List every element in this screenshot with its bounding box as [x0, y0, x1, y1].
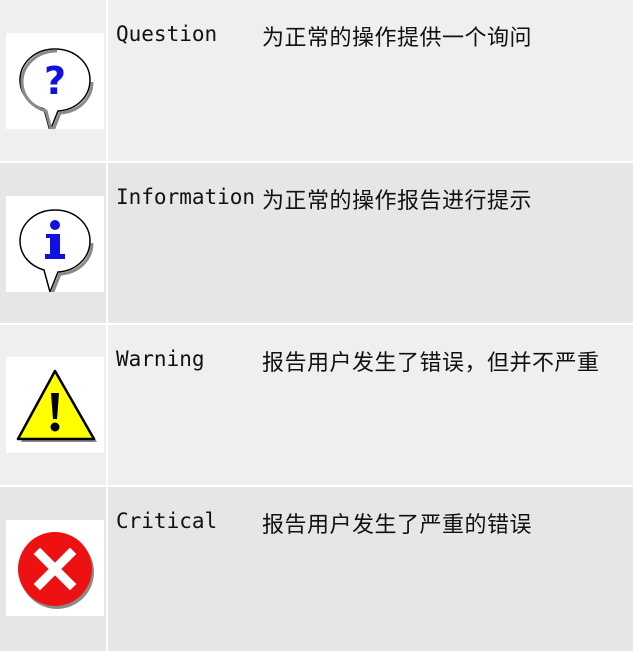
icon-cell	[0, 325, 108, 485]
icon-cell	[0, 163, 108, 323]
row-description: 报告用户发生了严重的错误	[262, 513, 533, 538]
svg-text:?: ?	[44, 59, 66, 103]
icon-cell	[0, 487, 108, 651]
row-description: 报告用户发生了错误，但并不严重	[262, 351, 600, 376]
table-row: Information 为正常的操作报告进行提示	[0, 161, 633, 323]
table-row: Warning 报告用户发生了错误，但并不严重	[0, 323, 633, 485]
warning-icon	[6, 357, 104, 453]
row-name: Critical	[116, 509, 218, 533]
row-name: Information	[116, 185, 256, 209]
table-row: ? Question 为正常的操作提供一个询问	[0, 0, 633, 161]
row-description: 为正常的操作报告进行提示	[262, 189, 533, 214]
row-description: 为正常的操作提供一个询问	[262, 26, 533, 51]
icon-cell: ?	[0, 0, 108, 161]
question-icon: ?	[6, 33, 104, 129]
row-name: Question	[116, 22, 218, 46]
row-name: Warning	[116, 347, 205, 371]
information-icon	[6, 196, 104, 292]
table-row: Critical 报告用户发生了严重的错误	[0, 485, 633, 651]
critical-icon	[6, 520, 104, 616]
message-icon-table: ? Question 为正常的操作提供一个询问 Information 为正常的…	[0, 0, 633, 651]
